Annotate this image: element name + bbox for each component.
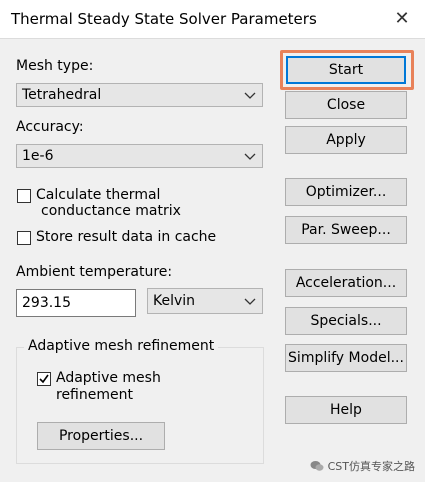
- specials-button[interactable]: Specials...: [285, 307, 407, 335]
- calc-thermal-label-line2: conductance matrix: [41, 203, 181, 219]
- watermark-text: CST仿真专家之路: [327, 460, 415, 473]
- wechat-icon: [310, 461, 324, 471]
- calc-thermal-checkbox[interactable]: [17, 189, 31, 203]
- temperature-unit-value: Kelvin: [153, 293, 196, 309]
- watermark: CST仿真专家之路: [310, 458, 415, 474]
- chevron-down-icon: [244, 84, 256, 106]
- mesh-type-value: Tetrahedral: [22, 87, 102, 103]
- par-sweep-button[interactable]: Par. Sweep...: [285, 216, 407, 244]
- checkmark-icon: [39, 374, 49, 384]
- apply-button[interactable]: Apply: [285, 126, 407, 154]
- adaptive-mesh-label-line1: Adaptive mesh: [56, 370, 161, 386]
- start-button[interactable]: Start: [286, 56, 406, 84]
- calc-thermal-label-line1: Calculate thermal: [36, 187, 161, 203]
- ambient-temperature-input[interactable]: 293.15: [16, 289, 136, 317]
- adaptive-mesh-checkbox[interactable]: [37, 372, 51, 386]
- title-bar: Thermal Steady State Solver Parameters ✕: [0, 0, 425, 39]
- close-icon[interactable]: ✕: [389, 6, 415, 32]
- simplify-model-button[interactable]: Simplify Model...: [285, 344, 407, 372]
- ambient-temperature-label: Ambient temperature:: [16, 264, 173, 280]
- accuracy-label: Accuracy:: [16, 119, 84, 135]
- acceleration-button[interactable]: Acceleration...: [285, 269, 407, 297]
- help-button[interactable]: Help: [285, 396, 407, 424]
- close-button[interactable]: Close: [285, 91, 407, 119]
- temperature-unit-select[interactable]: Kelvin: [147, 288, 263, 314]
- store-result-label: Store result data in cache: [36, 229, 217, 245]
- optimizer-button[interactable]: Optimizer...: [285, 178, 407, 206]
- accuracy-select[interactable]: 1e-6: [16, 144, 263, 168]
- mesh-type-label: Mesh type:: [16, 58, 94, 74]
- chevron-down-icon: [244, 145, 256, 167]
- window-title: Thermal Steady State Solver Parameters: [11, 10, 317, 28]
- adaptive-mesh-group-title: Adaptive mesh refinement: [24, 338, 219, 354]
- adaptive-mesh-label-line2: refinement: [56, 387, 133, 403]
- mesh-type-select[interactable]: Tetrahedral: [16, 83, 263, 107]
- chevron-down-icon: [244, 289, 256, 311]
- accuracy-value: 1e-6: [22, 148, 54, 164]
- properties-button[interactable]: Properties...: [37, 422, 165, 450]
- store-result-checkbox[interactable]: [17, 231, 31, 245]
